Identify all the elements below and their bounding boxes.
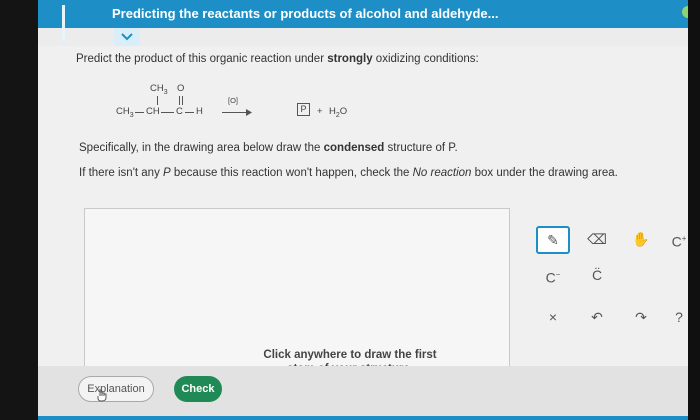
eraser-icon[interactable]: ⌫ [584,228,610,250]
spec-instruction: Specifically, in the drawing area below … [79,142,458,154]
carbonyl-oxygen: O [177,83,185,94]
methyl-left: CH3 [116,106,134,119]
arrow-head-icon [246,109,252,116]
prompt-suffix: oxidizing conditions: [372,53,479,65]
aldehyde-h: H [196,106,203,117]
no-reaction-instruction: If there isn't any P because this reacti… [79,167,618,179]
action-bar: Explanation Check [38,366,690,420]
double-bond-a [179,96,180,105]
prompt-bold: strongly [327,53,373,65]
reaction-arrow [222,112,248,113]
product-box: P [297,103,310,116]
collapse-toggle[interactable] [114,28,140,46]
reaction-equation: CH3 O CH3 CH C H [O] P + H2O [116,82,376,132]
chevron-down-icon [121,33,133,41]
left-bezel [0,0,38,420]
check-button[interactable]: Check [174,376,222,402]
help-icon[interactable]: ? [666,306,690,328]
carbocation-icon[interactable]: C+ [666,228,690,250]
redo-icon[interactable]: ↷ [628,306,654,328]
right-bezel [688,0,700,420]
drawing-canvas[interactable]: Click anywhere to draw the first atom of… [84,208,510,376]
branch-bond [157,96,158,105]
undo-icon[interactable]: ↶ [584,306,610,328]
pencil-icon[interactable]: ✎ [536,226,570,254]
methyl-branch: CH3 [150,83,168,96]
double-bond-b [182,96,183,105]
menu-icon[interactable] [62,5,68,41]
bond-3 [185,112,194,113]
prompt-text: Predict the product of this organic reac… [76,53,328,65]
hand-cursor-icon [97,389,107,402]
water: H2O [329,106,348,119]
ch-center: CH [146,106,160,117]
bottom-accent-strip [38,416,690,420]
question-prompt: Predict the product of this organic reac… [76,53,479,65]
topic-title: Predicting the reactants or products of … [112,6,499,21]
drawing-toolbar: ✎ ⌫ ✋ C+ C− C̈ × ↶ ↷ ? [510,208,690,376]
question-panel: Predict the product of this organic reac… [38,46,690,420]
close-icon[interactable]: × [540,306,566,328]
screen: Predicting the reactants or products of … [38,0,690,420]
carbonyl-carbon: C [176,106,183,117]
explanation-button[interactable]: Explanation [78,376,154,402]
bond-1 [135,112,144,113]
radical-icon[interactable]: C̈ [584,264,610,286]
reagent-label: [O] [228,96,239,105]
bond-2 [161,112,174,113]
hand-icon[interactable]: ✋ [628,228,654,250]
header-bar: Predicting the reactants or products of … [38,0,690,41]
plus-sign: + [317,106,323,117]
carbanion-icon[interactable]: C− [540,264,566,286]
